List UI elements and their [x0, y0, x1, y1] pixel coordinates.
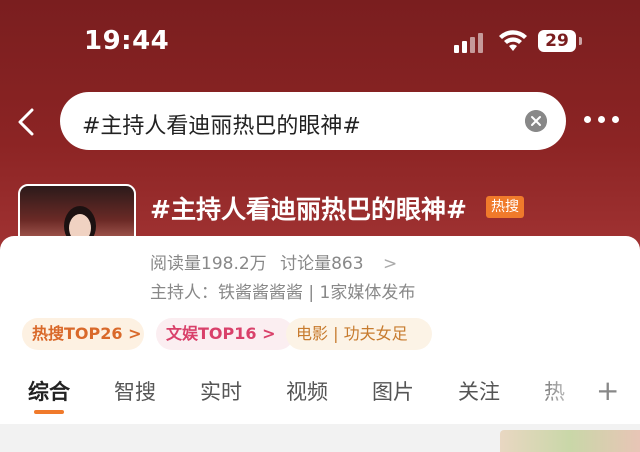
tab-smart-search[interactable]: 智搜 — [114, 376, 156, 406]
feed-item-preview[interactable] — [500, 430, 640, 452]
cellular-signal-icon — [454, 31, 488, 53]
add-tab-icon[interactable]: + — [596, 374, 619, 407]
topic-title: #主持人看迪丽热巴的眼神# — [150, 195, 467, 224]
read-count: 阅读量198.2万 — [150, 254, 267, 274]
hot-search-badge: 热搜 — [486, 196, 524, 218]
battery-level: 29 — [545, 31, 569, 51]
chevron-right-icon: > — [382, 254, 398, 274]
chip-hot-search-rank[interactable]: 热搜TOP26 > — [22, 318, 144, 350]
tab-video[interactable]: 视频 — [286, 376, 328, 406]
tab-scroll-fade — [530, 370, 590, 410]
tab-comprehensive[interactable]: 综合 — [28, 376, 70, 406]
status-time: 19:44 — [84, 26, 170, 56]
battery-icon: 29 — [538, 30, 576, 52]
chip-movie-tag[interactable]: 电影 | 功夫女足 — [286, 318, 432, 350]
search-input[interactable]: #主持人看迪丽热巴的眼神# — [82, 108, 361, 140]
status-bar: 19:44 29 — [0, 0, 640, 86]
active-tab-indicator — [34, 410, 64, 414]
discussion-count: 讨论量863 — [280, 254, 364, 274]
tab-realtime[interactable]: 实时 — [200, 376, 242, 406]
search-bar[interactable]: #主持人看迪丽热巴的眼神# — [60, 92, 566, 150]
battery-tip — [579, 37, 582, 45]
topic-stats[interactable]: 阅读量198.2万 讨论量863 > — [150, 249, 397, 274]
more-options-icon[interactable] — [584, 116, 620, 124]
tab-following[interactable]: 关注 — [458, 376, 500, 406]
chip-entertainment-rank[interactable]: 文娱TOP16 > — [156, 318, 294, 350]
wifi-icon — [499, 30, 527, 51]
clear-search-icon[interactable] — [525, 110, 547, 132]
topic-host-info: 主持人：铁酱酱酱酱 | 1家媒体发布 — [150, 283, 416, 303]
tab-images[interactable]: 图片 — [372, 376, 414, 406]
back-arrow-icon[interactable] — [12, 104, 42, 140]
